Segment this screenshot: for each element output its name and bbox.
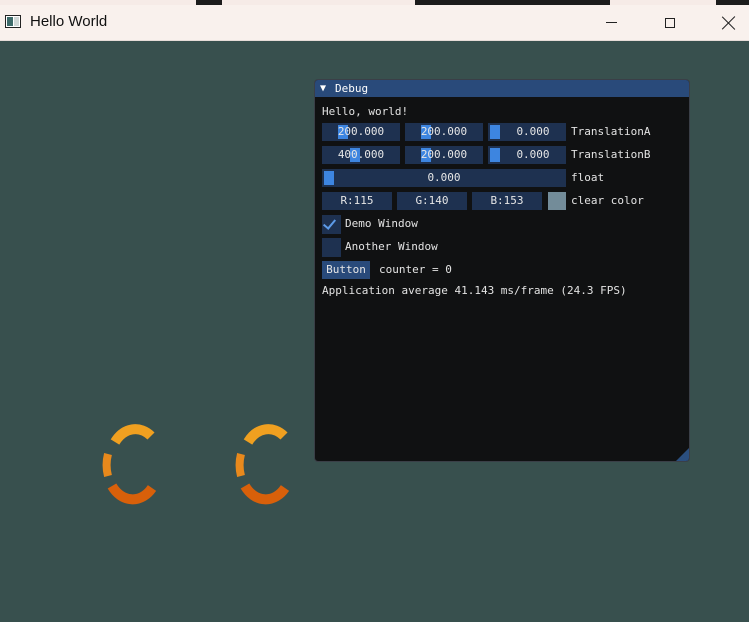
spinner-arc-top [243, 424, 288, 445]
translation-a-row: 200.000 200.000 0.000 TranslationA [322, 123, 682, 141]
color-b-value: B:153 [490, 194, 524, 207]
spinner-arc-left [102, 452, 112, 478]
clear-color-swatch[interactable] [548, 192, 566, 210]
another-window-checkbox[interactable] [322, 238, 341, 257]
slider-value: 200.000 [337, 125, 385, 138]
button-row: Button counter = 0 [322, 261, 522, 279]
clear-color-row: R:115 G:140 B:153 clear color [322, 192, 682, 210]
window-titlebar[interactable]: Hello World [0, 5, 749, 41]
fps-text: Application average 41.143 ms/frame (24.… [322, 284, 627, 297]
minimize-button[interactable] [582, 5, 640, 40]
maximize-icon [665, 17, 675, 28]
collapse-arrow-icon[interactable]: ▼ [320, 83, 326, 94]
close-button[interactable] [700, 5, 749, 40]
debug-window-titlebar[interactable]: ▼ Debug [315, 80, 689, 97]
maximize-button[interactable] [641, 5, 699, 40]
translation-b-y-slider[interactable]: 200.000 [405, 146, 483, 164]
color-r-value: R:115 [340, 194, 374, 207]
close-icon [722, 16, 736, 30]
translation-a-x-slider[interactable]: 200.000 [322, 123, 400, 141]
float-label: float [571, 171, 605, 184]
counter-text: counter = 0 [379, 263, 452, 276]
clear-color-label: clear color [571, 194, 644, 207]
resize-grip-icon[interactable] [676, 448, 689, 461]
clear-color-r-field[interactable]: R:115 [322, 192, 392, 210]
slider-value: 0.000 [427, 171, 461, 184]
translation-a-z-slider[interactable]: 0.000 [488, 123, 566, 141]
loader-spinner-left [102, 424, 157, 505]
loader-spinner-right [235, 424, 290, 505]
spinner-arc-bottom [107, 483, 157, 505]
float-slider[interactable]: 0.000 [322, 169, 566, 187]
clear-color-b-field[interactable]: B:153 [472, 192, 542, 210]
minimize-icon [605, 22, 617, 23]
check-icon [322, 216, 337, 230]
translation-b-label: TranslationB [571, 148, 651, 161]
translation-b-z-slider[interactable]: 0.000 [488, 146, 566, 164]
spinner-arc-left [235, 452, 245, 478]
clear-color-g-field[interactable]: G:140 [397, 192, 467, 210]
counter-button[interactable]: Button [322, 261, 370, 279]
translation-b-x-slider[interactable]: 400.000 [322, 146, 400, 164]
window-title: Hello World [30, 13, 108, 30]
slider-value: 0.000 [516, 125, 550, 138]
slider-value: 400.000 [337, 148, 385, 161]
translation-a-y-slider[interactable]: 200.000 [405, 123, 483, 141]
demo-window-label: Demo Window [345, 217, 418, 230]
demo-window-checkbox-row[interactable]: Demo Window [322, 215, 522, 234]
slider-value: 200.000 [420, 148, 468, 161]
hello-text: Hello, world! [322, 105, 409, 118]
debug-window-title: Debug [335, 82, 369, 95]
color-g-value: G:140 [415, 194, 449, 207]
translation-a-label: TranslationA [571, 125, 651, 138]
debug-window[interactable]: ▼ Debug Hello, world! 200.000 200.000 0.… [314, 79, 690, 462]
spinner-arc-bottom [240, 483, 290, 505]
another-window-label: Another Window [345, 240, 438, 253]
app-icon [5, 15, 21, 28]
translation-b-row: 400.000 200.000 0.000 TranslationB [322, 146, 682, 164]
float-row: 0.000 float [322, 169, 682, 187]
spinner-arc-top [110, 424, 155, 445]
slider-value: 0.000 [516, 148, 550, 161]
demo-window-checkbox[interactable] [322, 215, 341, 234]
another-window-checkbox-row[interactable]: Another Window [322, 238, 522, 257]
slider-value: 200.000 [420, 125, 468, 138]
